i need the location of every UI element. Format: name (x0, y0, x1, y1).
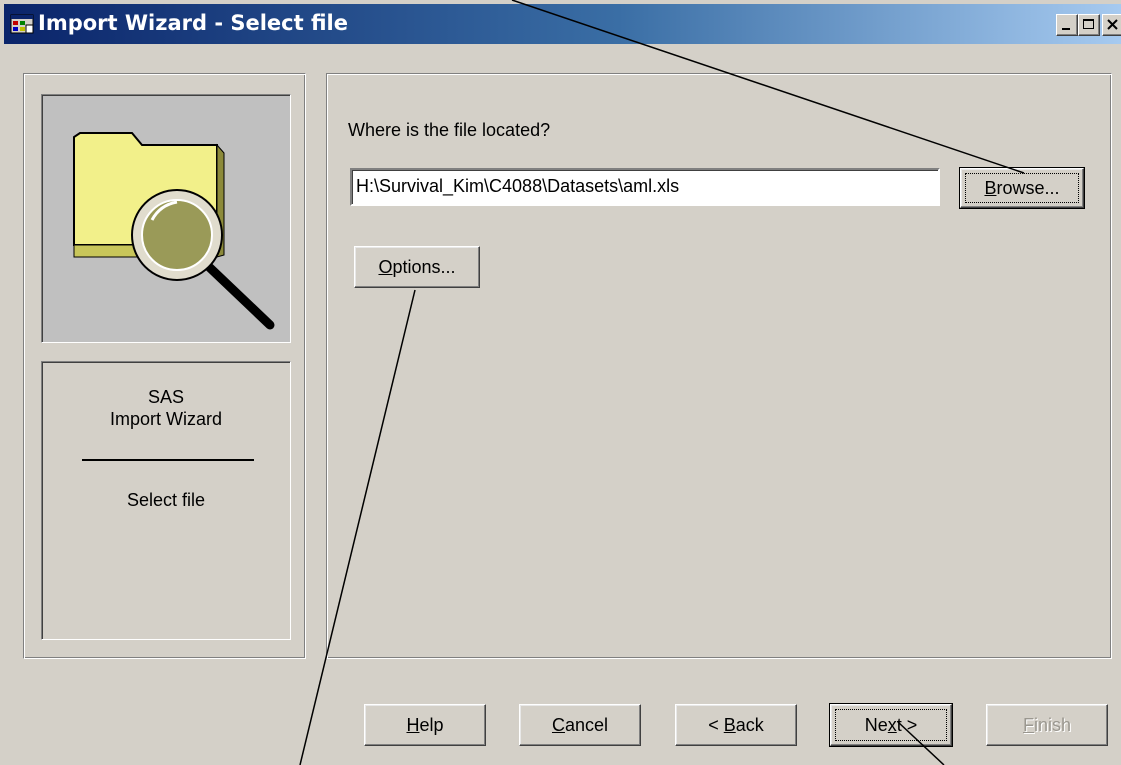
browse-callout-line (511, 0, 1025, 174)
options-callout-line (299, 289, 416, 765)
next-callout-line (897, 721, 945, 765)
annotation-callouts (299, 0, 1025, 765)
